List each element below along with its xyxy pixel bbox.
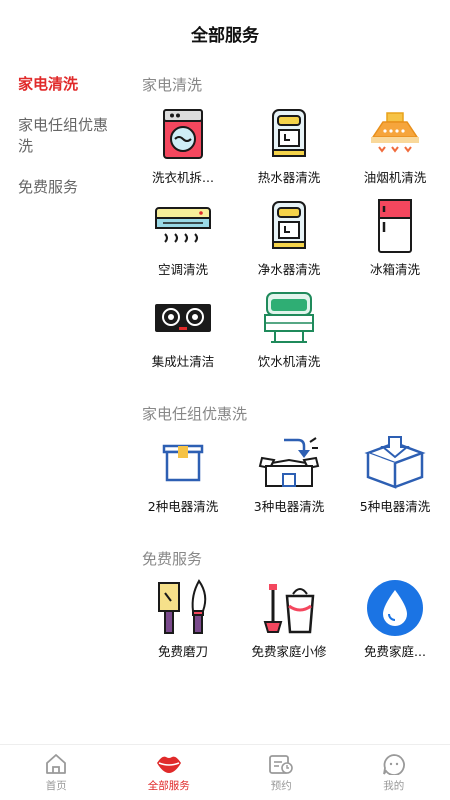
service-combo-5[interactable]: 5种电器清洗 <box>342 432 448 524</box>
service-label: 3种电器清洗 <box>253 499 325 514</box>
section-title: 家电清洗 <box>142 76 203 94</box>
service-label: 洗衣机拆... <box>152 170 214 185</box>
service-air-conditioner[interactable]: 空调清洗 <box>130 195 236 287</box>
service-refrigerator[interactable]: 冰箱清洗 <box>342 195 448 287</box>
service-water-dispenser[interactable]: 饮水机清洗 <box>236 287 342 379</box>
water-dispenser-icon <box>256 287 322 349</box>
service-water-purifier[interactable]: 净水器清洗 <box>236 195 342 287</box>
washing-machine-icon <box>150 103 216 165</box>
service-free-home-repair[interactable]: 免费家庭小修 <box>236 577 342 669</box>
service-grid: 免费磨刀 免费家庭小修 免费家庭... <box>130 577 450 669</box>
service-label: 免费磨刀 <box>157 644 208 659</box>
tools-icon <box>256 577 322 639</box>
open-box-icon <box>256 432 322 494</box>
refrigerator-icon <box>362 195 428 257</box>
section-title: 家电任组优惠洗 <box>142 405 248 423</box>
water-drop-icon <box>362 577 428 639</box>
service-label: 冰箱清洗 <box>369 262 420 277</box>
tab-label: 我的 <box>383 780 405 792</box>
gas-stove-icon <box>150 287 216 349</box>
service-combo-3[interactable]: 3种电器清洗 <box>236 432 342 524</box>
service-gas-stove[interactable]: 集成灶清洁 <box>130 287 236 379</box>
service-free-knife-sharpening[interactable]: 免费磨刀 <box>130 577 236 669</box>
tab-home[interactable]: 首页 <box>0 745 113 800</box>
service-label: 油烟机清洗 <box>363 170 427 185</box>
tab-booking[interactable]: 预约 <box>225 745 338 800</box>
service-label: 集成灶清洁 <box>151 354 215 369</box>
tab-label: 全部服务 <box>147 780 190 792</box>
sidebar-item-appliance-cleaning[interactable]: 家电清洗 <box>0 64 130 105</box>
tab-label: 首页 <box>45 780 67 792</box>
page-title: 全部服务 <box>191 25 259 46</box>
range-hood-icon <box>362 103 428 165</box>
service-label: 5种电器清洗 <box>359 499 431 514</box>
water-purifier-icon <box>256 195 322 257</box>
service-water-heater[interactable]: 热水器清洗 <box>236 103 342 195</box>
service-label: 2种电器清洗 <box>147 499 219 514</box>
profile-icon <box>380 752 408 776</box>
service-label: 饮水机清洗 <box>257 354 321 369</box>
service-label: 热水器清洗 <box>257 170 321 185</box>
service-free-home-other[interactable]: 免费家庭... <box>342 577 448 669</box>
sidebar: 家电清洗 家电任组优惠洗 免费服务 <box>0 64 130 208</box>
box-icon <box>150 432 216 494</box>
bottom-tab-bar: 首页 全部服务 预约 我的 <box>0 744 450 800</box>
service-label: 空调清洗 <box>157 262 208 277</box>
service-washing-machine[interactable]: 洗衣机拆... <box>130 103 236 195</box>
tab-mine[interactable]: 我的 <box>338 745 450 800</box>
service-label: 免费家庭小修 <box>251 644 327 659</box>
service-combo-2[interactable]: 2种电器清洗 <box>130 432 236 524</box>
sidebar-item-combo-discount[interactable]: 家电任组优惠洗 <box>0 105 130 167</box>
box-download-icon <box>362 432 428 494</box>
service-grid: 2种电器清洗 3种电器清洗 5种电器清洗 <box>130 432 450 524</box>
calendar-icon <box>267 752 295 776</box>
home-icon <box>42 752 70 776</box>
tab-label: 预约 <box>270 780 292 792</box>
header: 全部服务 <box>0 0 450 64</box>
water-heater-icon <box>256 103 322 165</box>
service-list: 家电清洗 洗衣机拆... 热水器清洗 油烟机清洗 空调清洗 净水器清洗 冰箱清洗… <box>130 64 450 744</box>
service-label: 免费家庭... <box>364 644 426 659</box>
tab-all-services[interactable]: 全部服务 <box>113 745 226 800</box>
knives-icon <box>150 577 216 639</box>
service-label: 净水器清洗 <box>257 262 321 277</box>
service-range-hood[interactable]: 油烟机清洗 <box>342 103 448 195</box>
air-conditioner-icon <box>150 195 216 257</box>
lips-icon <box>155 752 183 776</box>
section-title: 免费服务 <box>142 550 203 568</box>
sidebar-item-free-service[interactable]: 免费服务 <box>0 167 130 208</box>
service-grid: 洗衣机拆... 热水器清洗 油烟机清洗 空调清洗 净水器清洗 冰箱清洗 集成灶清… <box>130 103 450 379</box>
